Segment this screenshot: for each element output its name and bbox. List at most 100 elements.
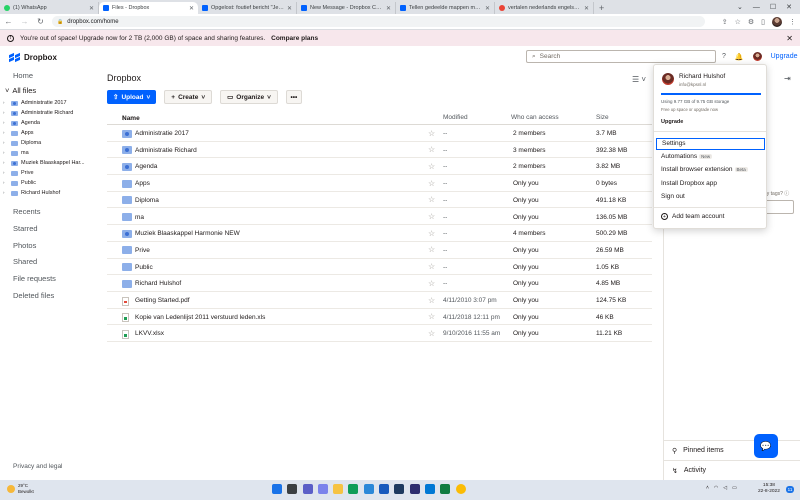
clock[interactable]: 15:38 22-8-2022 [758, 483, 780, 495]
tree-folder-item[interactable]: › Richard Hulshof [3, 188, 100, 198]
file-name[interactable]: Administratie 2017 [135, 130, 189, 137]
file-name[interactable]: Kopie van Ledenlijst 2011 verstuurd lede… [135, 314, 265, 321]
menu-item-install-dropbox-app[interactable]: Install Dropbox app [656, 178, 765, 190]
account-upgrade-link[interactable]: Upgrade [661, 119, 683, 125]
chevron-right-icon[interactable]: › [3, 188, 8, 198]
table-row[interactable]: Public ☆ -- Only you 1.05 KB [107, 259, 652, 276]
table-row[interactable]: Kopie van Ledenlijst 2011 verstuurd lede… [107, 309, 652, 326]
browser-tab[interactable]: vertalen nederlands engels - Goo✕ [495, 2, 594, 14]
app-icon[interactable] [409, 484, 420, 494]
table-row[interactable]: Getting Started.pdf ☆ 4/11/2010 3:07 pm Onl… [107, 292, 652, 309]
tree-folder-item[interactable]: › Diploma [3, 138, 100, 148]
maximize-button[interactable]: ☐ [770, 3, 776, 11]
menu-item-automations[interactable]: Automations New [656, 151, 765, 163]
privacy-legal-link[interactable]: Privacy and legal [13, 463, 63, 470]
create-button[interactable]: + Create ˅ [164, 90, 213, 104]
word-icon[interactable] [379, 484, 390, 494]
sidepanel-icon[interactable]: ▯ [761, 18, 765, 26]
extensions-icon[interactable]: ⚙ [748, 18, 754, 26]
browser-tab[interactable]: Files - Dropbox ✕ [99, 2, 198, 14]
nav-recents[interactable]: Recents [13, 204, 100, 221]
nav-file-requests[interactable]: File requests [13, 271, 100, 288]
star-icon[interactable]: ☆ [428, 129, 435, 138]
share-icon[interactable]: ⇪ [722, 18, 728, 26]
table-row[interactable]: Muziek Blaaskappel Harmonie NEW ☆ -- 4 memb… [107, 225, 652, 242]
chevron-right-icon[interactable]: › [3, 108, 8, 118]
battery-icon[interactable]: ▭ [732, 485, 737, 491]
volume-icon[interactable]: ◁ [723, 485, 727, 491]
tree-folder-item[interactable]: › Muziek Blaaskappel Har... [3, 158, 100, 168]
menu-item-install-browser-extension[interactable]: Install browser extension Beta [656, 164, 765, 176]
more-actions-button[interactable]: ••• [285, 90, 302, 104]
file-explorer-icon[interactable] [333, 484, 344, 494]
excel-icon[interactable] [440, 484, 451, 494]
star-icon[interactable]: ☆ [428, 195, 435, 204]
browser-menu-icon[interactable]: ⋮ [789, 18, 796, 26]
table-row[interactable]: LKVV.xlsx ☆ 9/10/2016 11:55 am Only you 11.2… [107, 325, 652, 343]
search-field[interactable]: ⌕ Search [526, 50, 716, 63]
table-row[interactable]: Richard Hulshof ☆ -- Only you 4.85 MB [107, 275, 652, 292]
file-name[interactable]: Richard Hulshof [135, 280, 181, 287]
nav-home[interactable]: Home [13, 68, 100, 84]
star-icon[interactable]: ☆ [428, 229, 435, 238]
notification-badge[interactable]: 11 [786, 486, 794, 493]
close-tab-icon[interactable]: ✕ [584, 5, 589, 12]
close-tab-icon[interactable]: ✕ [386, 5, 391, 12]
tree-folder-item[interactable]: › Agenda [3, 118, 100, 128]
chevron-right-icon[interactable]: › [3, 118, 8, 128]
chrome-icon[interactable] [455, 484, 466, 494]
file-name[interactable]: Prive [135, 247, 150, 254]
bell-icon[interactable]: 🔔 [735, 53, 744, 61]
star-icon[interactable]: ☆ [428, 145, 435, 154]
column-size[interactable]: Size [596, 114, 609, 121]
upgrade-link[interactable]: Upgrade [771, 53, 798, 60]
file-name[interactable]: Apps [135, 180, 150, 187]
close-tab-icon[interactable]: ✕ [189, 5, 194, 12]
back-icon[interactable]: ← [4, 17, 13, 26]
table-row[interactable]: Agenda ☆ -- 2 members 3.82 MB [107, 158, 652, 176]
teams-icon[interactable] [317, 484, 328, 494]
forward-icon[interactable]: → [20, 17, 29, 26]
menu-item-sign-out[interactable]: Sign out [656, 191, 765, 203]
browser-tab[interactable]: (1) WhatsApp ✕ [0, 2, 99, 14]
file-name[interactable]: Agenda [135, 163, 157, 170]
chevron-right-icon[interactable]: › [3, 148, 8, 158]
activity[interactable]: ↯ Activity [664, 460, 800, 480]
reload-icon[interactable]: ↻ [36, 17, 45, 26]
table-row[interactable]: Diploma ☆ -- Only you 491.18 KB [107, 192, 652, 209]
file-name[interactable]: Muziek Blaaskappel Harmonie NEW [135, 230, 240, 237]
tree-folder-item[interactable]: › Apps [3, 128, 100, 138]
minimize-button[interactable]: — [753, 4, 760, 11]
file-name[interactable]: ma [135, 214, 144, 221]
nav-photos[interactable]: Photos [13, 238, 100, 255]
column-modified[interactable]: Modified [443, 114, 468, 121]
table-row[interactable]: Prive ☆ -- Only you 26.59 MB [107, 242, 652, 259]
tree-folder-item[interactable]: › Prive [3, 168, 100, 178]
star-icon[interactable]: ☆ [428, 212, 435, 221]
view-options-icon[interactable]: ☰ ˅ [632, 75, 646, 84]
organize-button[interactable]: ▭ Organize ˅ [220, 90, 278, 104]
wifi-icon[interactable]: ◠ [714, 485, 718, 491]
tree-folder-item[interactable]: › Public [3, 178, 100, 188]
browser-profile-avatar[interactable] [772, 16, 782, 27]
dropbox-logo[interactable]: Dropbox [9, 52, 57, 62]
table-row[interactable]: Apps ☆ -- Only you 0 bytes [107, 175, 652, 192]
collapse-panel-icon[interactable]: ⇥ [784, 74, 791, 83]
start-menu-icon[interactable] [272, 484, 282, 494]
table-row[interactable]: Administratie Richard ☆ -- 3 members 392.38 … [107, 142, 652, 159]
tree-folder-item[interactable]: › Administratie Richard [3, 108, 100, 118]
star-icon[interactable]: ☆ [428, 179, 435, 188]
edge-icon[interactable] [348, 484, 359, 494]
pinned-items[interactable]: ⚲ Pinned items [664, 440, 800, 460]
new-tab-button[interactable]: + [594, 2, 609, 14]
add-team-account-item[interactable]: + Add team account [661, 213, 724, 220]
browser-tab[interactable]: Opgelost: foutief bericht "Je Dro ✕ [198, 2, 297, 14]
chevron-right-icon[interactable]: › [3, 128, 8, 138]
tray-chevron-icon[interactable]: ˄ [706, 485, 709, 491]
close-icon[interactable]: ✕ [786, 34, 793, 43]
taskbar-search-icon[interactable] [287, 484, 298, 494]
file-name[interactable]: Public [135, 264, 153, 271]
tree-folder-item[interactable]: › ma [3, 148, 100, 158]
star-icon[interactable]: ☆ [428, 329, 435, 338]
tab-search-icon[interactable]: ⌄ [737, 3, 743, 11]
